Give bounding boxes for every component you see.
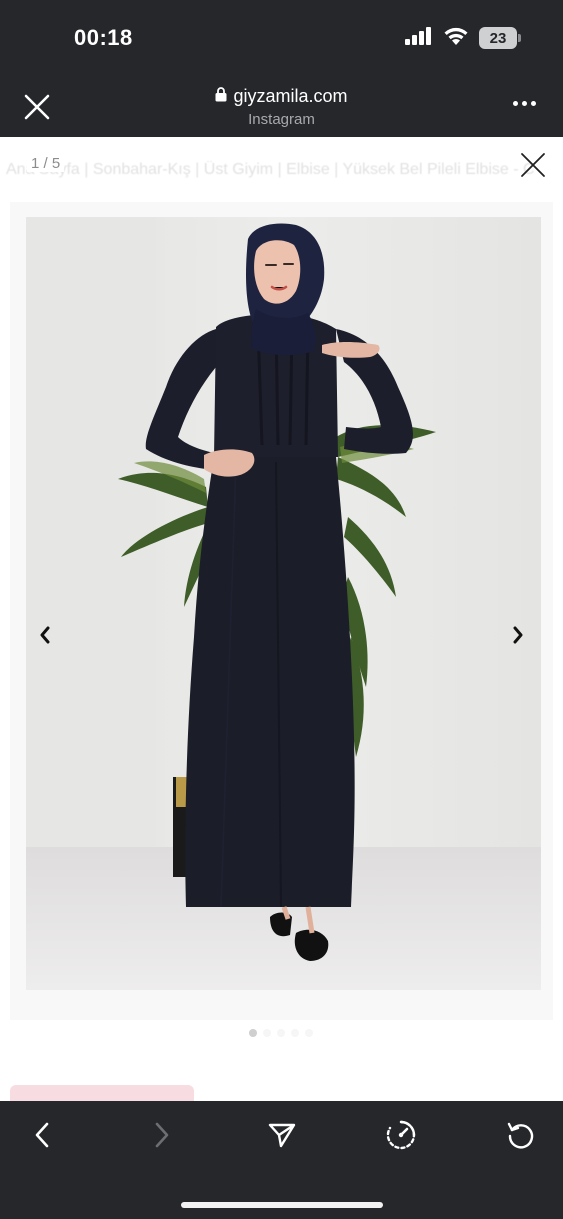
cellular-signal-icon — [405, 26, 433, 50]
reload-icon — [507, 1122, 534, 1149]
url-source: Instagram — [248, 111, 315, 128]
chevron-left-icon — [40, 626, 50, 644]
forward-icon — [155, 1122, 169, 1148]
reload-button[interactable] — [503, 1117, 539, 1153]
gallery-dot[interactable] — [291, 1029, 299, 1037]
gallery-pagination — [249, 1029, 313, 1037]
browser-header: 00:18 23 giyzamila.com Instagram — [0, 0, 563, 137]
status-icons: 23 — [405, 26, 521, 51]
status-time: 00:18 — [74, 25, 133, 50]
web-page: Ana Sayfa | Sonbahar-Kış | Üst Giyim | E… — [0, 137, 563, 1103]
browser-window: 00:18 23 giyzamila.com Instagram Ana Say… — [0, 0, 563, 1219]
url-domain: giyzamila.com — [233, 86, 348, 106]
gallery-next-button[interactable] — [503, 620, 533, 650]
wifi-icon — [443, 26, 469, 51]
chevron-right-icon — [513, 626, 523, 644]
lock-icon — [215, 86, 227, 107]
more-options-button[interactable] — [513, 96, 539, 110]
lightbox-close-icon — [521, 153, 545, 177]
gallery-dot[interactable] — [277, 1029, 285, 1037]
lightbox-close-button[interactable] — [519, 151, 547, 179]
share-icon — [268, 1123, 296, 1148]
address-bar[interactable]: giyzamila.com Instagram — [0, 86, 563, 128]
product-photo[interactable] — [26, 217, 541, 990]
breadcrumb: Ana Sayfa | Sonbahar-Kış | Üst Giyim | E… — [6, 161, 535, 178]
gallery-prev-button[interactable] — [30, 620, 60, 650]
gallery-dot[interactable] — [263, 1029, 271, 1037]
speed-icon — [386, 1120, 416, 1150]
back-button[interactable] — [24, 1117, 60, 1153]
forward-button[interactable] — [144, 1117, 180, 1153]
share-button[interactable] — [264, 1117, 300, 1153]
more-options-icon — [513, 100, 518, 106]
gallery-dot[interactable] — [249, 1029, 257, 1037]
back-icon — [35, 1122, 49, 1148]
gallery-dot[interactable] — [305, 1029, 313, 1037]
home-indicator[interactable] — [181, 1202, 383, 1208]
battery-icon: 23 — [479, 27, 521, 49]
gallery-counter: 1 / 5 — [27, 155, 65, 172]
speed-button[interactable] — [383, 1117, 419, 1153]
